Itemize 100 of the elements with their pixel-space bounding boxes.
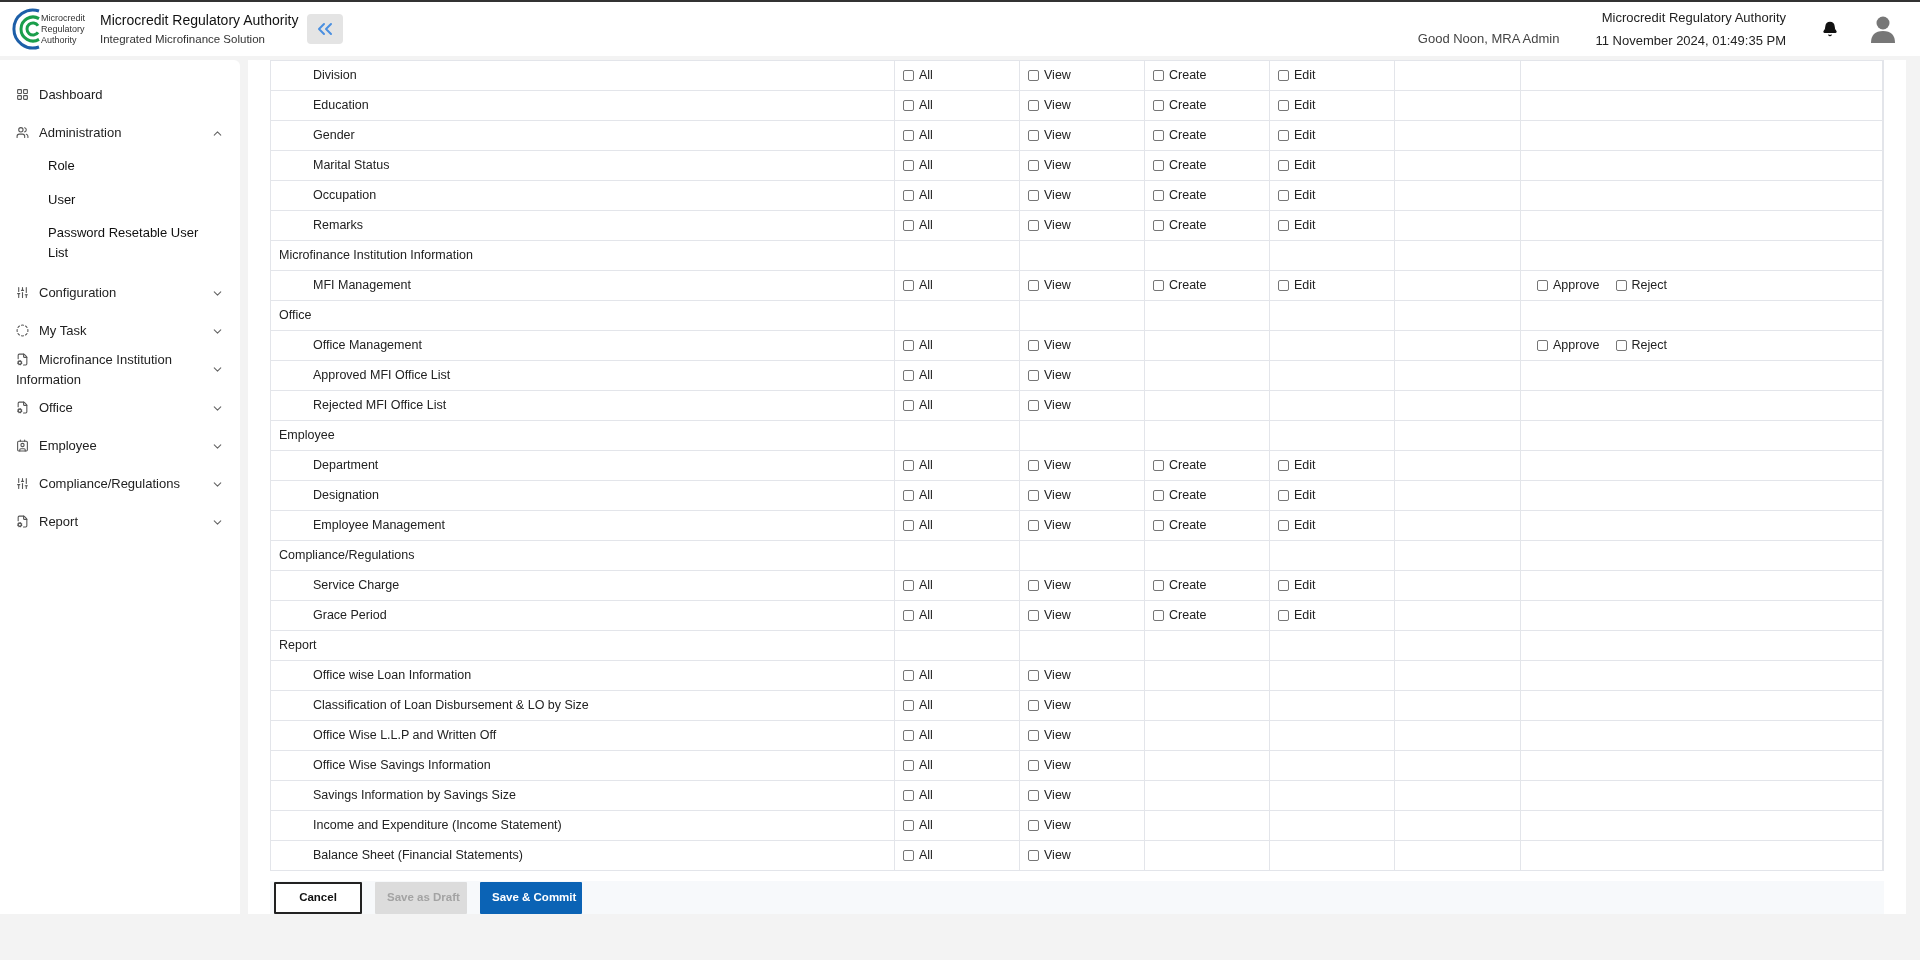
permission-label: Gender (313, 127, 355, 145)
permission-checkbox[interactable]: Edit (1278, 96, 1316, 115)
permission-checkbox[interactable]: Edit (1278, 456, 1316, 475)
permission-checkbox[interactable]: Reject (1615, 276, 1667, 295)
permission-checkbox[interactable]: View (1028, 396, 1071, 415)
permission-label: Office Wise L.L.P and Written Off (313, 727, 497, 745)
permission-checkbox[interactable]: Create (1153, 66, 1207, 85)
permission-label: Income and Expenditure (Income Statement) (313, 817, 562, 835)
notification-bell-icon[interactable] (1822, 21, 1838, 37)
group-label: Office (279, 307, 312, 325)
permission-checkbox[interactable]: View (1028, 486, 1071, 505)
permission-checkbox[interactable]: All (903, 816, 933, 835)
permission-checkbox[interactable]: All (903, 666, 933, 685)
permission-checkbox[interactable]: View (1028, 96, 1071, 115)
permission-checkbox[interactable]: View (1028, 726, 1071, 745)
permission-checkbox[interactable]: View (1028, 186, 1071, 205)
permission-checkbox[interactable]: View (1028, 516, 1071, 535)
sidebar-menu-item[interactable]: Dashboard (16, 76, 224, 114)
permission-checkbox[interactable]: Create (1153, 606, 1207, 625)
permission-checkbox[interactable]: Edit (1278, 66, 1316, 85)
permission-checkbox[interactable]: Create (1153, 156, 1207, 175)
permission-checkbox[interactable]: Edit (1278, 486, 1316, 505)
permission-checkbox[interactable]: View (1028, 696, 1071, 715)
permission-checkbox[interactable]: Edit (1278, 576, 1316, 595)
permission-checkbox[interactable]: Edit (1278, 276, 1316, 295)
permission-checkbox[interactable]: Edit (1278, 156, 1316, 175)
permission-checkbox[interactable]: View (1028, 456, 1071, 475)
sidebar-menu-item[interactable]: Report (16, 503, 224, 541)
permission-checkbox[interactable]: Create (1153, 216, 1207, 235)
permission-checkbox[interactable]: View (1028, 606, 1071, 625)
sidebar-menu-item[interactable]: Compliance/Regulations (16, 465, 224, 503)
sidebar-menu-item[interactable]: Configuration (16, 274, 224, 312)
permission-checkbox[interactable]: View (1028, 126, 1071, 145)
permission-checkbox[interactable]: Edit (1278, 186, 1316, 205)
permission-checkbox[interactable]: Approve (1537, 276, 1600, 295)
permission-checkbox[interactable]: View (1028, 756, 1071, 775)
permission-label: MFI Management (313, 277, 411, 295)
sidebar-menu-item[interactable]: Employee (16, 427, 224, 465)
permission-checkbox[interactable]: All (903, 126, 933, 145)
permission-checkbox[interactable]: Edit (1278, 606, 1316, 625)
permission-checkbox[interactable]: Create (1153, 456, 1207, 475)
permission-checkbox[interactable]: View (1028, 216, 1071, 235)
permission-checkbox[interactable]: All (903, 576, 933, 595)
dashed-circle-icon (16, 324, 29, 338)
permission-checkbox[interactable]: Edit (1278, 216, 1316, 235)
permission-checkbox[interactable]: View (1028, 66, 1071, 85)
sidebar-menu-item[interactable]: My Task (16, 312, 224, 350)
permission-checkbox[interactable]: Approve (1537, 336, 1600, 355)
permission-checkbox[interactable]: Create (1153, 96, 1207, 115)
permission-checkbox[interactable]: All (903, 456, 933, 475)
action-button[interactable]: Cancel (274, 881, 362, 914)
permission-checkbox[interactable]: Create (1153, 516, 1207, 535)
permission-checkbox[interactable]: Reject (1615, 336, 1667, 355)
permission-checkbox[interactable]: View (1028, 816, 1071, 835)
permission-checkbox[interactable]: Create (1153, 186, 1207, 205)
permission-checkbox[interactable]: Create (1153, 276, 1207, 295)
permission-checkbox[interactable]: All (903, 846, 933, 865)
permission-checkbox[interactable]: All (903, 336, 933, 355)
permission-checkbox[interactable]: All (903, 66, 933, 85)
permission-checkbox[interactable]: Create (1153, 576, 1207, 595)
permission-checkbox[interactable]: All (903, 486, 933, 505)
permission-checkbox[interactable]: All (903, 726, 933, 745)
permission-checkbox[interactable]: All (903, 786, 933, 805)
permission-checkbox[interactable]: View (1028, 336, 1071, 355)
permission-checkbox[interactable]: All (903, 396, 933, 415)
permission-checkbox[interactable]: View (1028, 666, 1071, 685)
permission-checkbox[interactable]: Create (1153, 486, 1207, 505)
sidebar-menu-item[interactable]: Administration (16, 114, 224, 152)
permission-checkbox[interactable]: View (1028, 786, 1071, 805)
sidebar-submenu-item[interactable]: Password Resetable User List (48, 223, 218, 262)
user-avatar-icon[interactable] (1870, 15, 1896, 43)
sidebar-submenu-item[interactable]: Role (48, 156, 218, 176)
logo-text: Regulatory (41, 23, 85, 35)
permission-checkbox[interactable]: All (903, 366, 933, 385)
permission-checkbox[interactable]: All (903, 756, 933, 775)
permission-checkbox[interactable]: All (903, 186, 933, 205)
permission-label: Rejected MFI Office List (313, 397, 447, 415)
permission-checkbox[interactable]: Create (1153, 126, 1207, 145)
permission-checkbox[interactable]: View (1028, 366, 1071, 385)
permission-checkbox[interactable]: Edit (1278, 516, 1316, 535)
permission-checkbox[interactable]: All (903, 276, 933, 295)
sidebar-menu-item[interactable]: Microfinance Institution Information (16, 350, 224, 389)
permission-checkbox[interactable]: All (903, 606, 933, 625)
sidebar-menu-item[interactable]: Office (16, 389, 224, 427)
permission-checkbox[interactable]: All (903, 96, 933, 115)
action-button[interactable]: Save & Commit (480, 881, 582, 914)
permission-checkbox[interactable]: View (1028, 276, 1071, 295)
permission-checkbox[interactable]: View (1028, 846, 1071, 865)
permission-checkbox[interactable]: All (903, 696, 933, 715)
collapse-sidebar-button[interactable] (307, 14, 343, 44)
permission-checkbox[interactable]: Edit (1278, 126, 1316, 145)
group-label: Microfinance Institution Information (279, 247, 473, 265)
group-label: Report (279, 637, 317, 655)
permission-checkbox[interactable]: All (903, 216, 933, 235)
sidebar-submenu-item[interactable]: User (48, 189, 218, 209)
permission-checkbox[interactable]: View (1028, 576, 1071, 595)
grid-icon (16, 88, 29, 102)
permission-checkbox[interactable]: All (903, 156, 933, 175)
permission-checkbox[interactable]: All (903, 516, 933, 535)
permission-checkbox[interactable]: View (1028, 156, 1071, 175)
